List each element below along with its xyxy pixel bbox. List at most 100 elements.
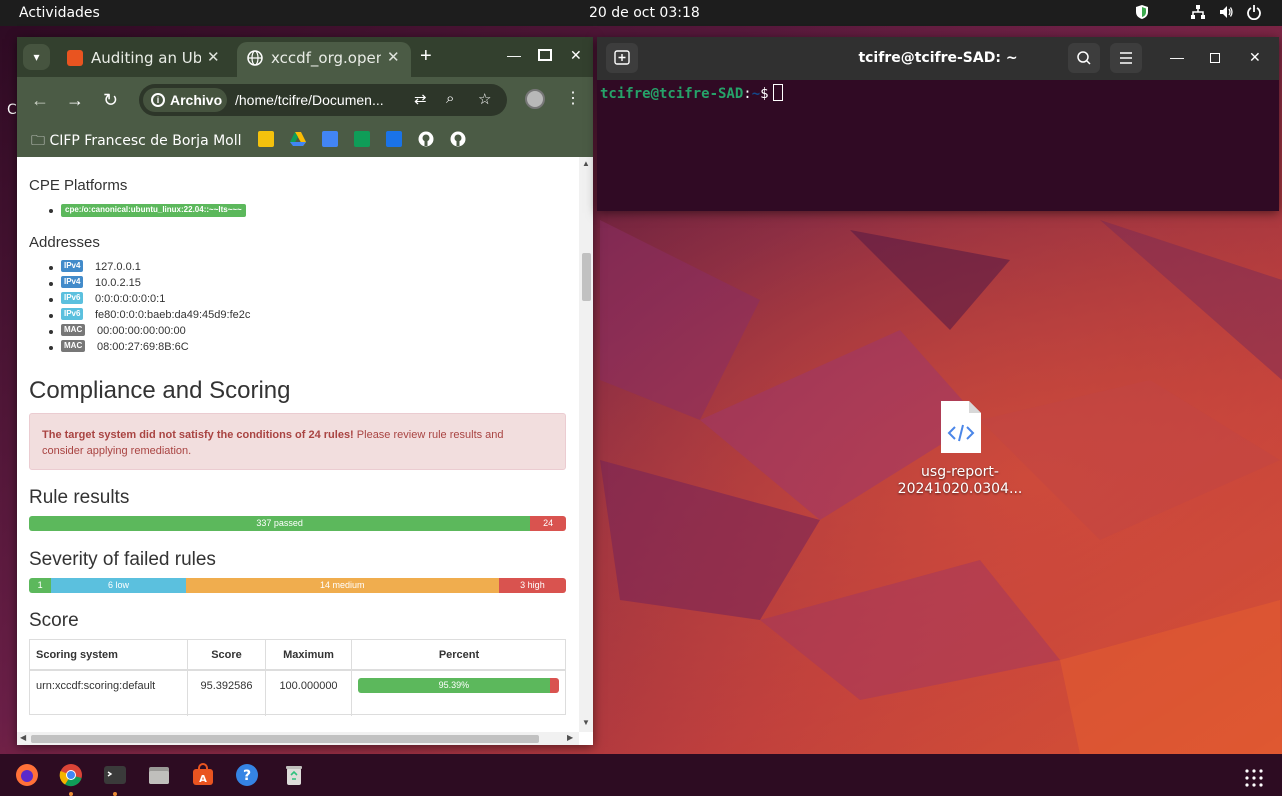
address-value: fe80:0:0:0:baeb:da49:45d9:fe2c [95, 309, 251, 321]
photos-bookmark-icon[interactable] [258, 131, 274, 147]
files-icon[interactable] [147, 763, 171, 787]
address-type-badge: MAC [61, 324, 86, 336]
tab-search-button[interactable]: ▾ [23, 44, 50, 70]
translate-icon[interactable]: ⇄ [414, 90, 427, 108]
url-text[interactable]: /home/tcifre/Documen... [235, 92, 405, 108]
menu-dots-icon[interactable]: ⋮ [565, 88, 581, 108]
terminal-prompt[interactable]: tcifre@tcifre-SAD:~$ [600, 84, 783, 102]
list-bullet [49, 282, 53, 286]
search-icon[interactable] [1068, 43, 1100, 73]
percent-remainder [549, 678, 559, 693]
network-icon[interactable] [1190, 4, 1206, 20]
scroll-down-arrow-icon[interactable]: ▼ [582, 718, 590, 727]
forward-arrow-icon[interactable]: → [66, 90, 84, 111]
hamburger-menu-icon[interactable] [1110, 43, 1142, 73]
github-icon[interactable] [418, 131, 434, 147]
volume-icon[interactable] [1218, 4, 1234, 20]
severity-segment-high: 3 high [498, 578, 566, 593]
list-bullet [49, 298, 53, 302]
drive-icon[interactable] [290, 131, 306, 147]
address-value: 10.0.2.15 [95, 277, 141, 289]
addresses-heading: Addresses [29, 234, 100, 251]
list-bullet [49, 346, 53, 350]
address-bar[interactable]: Archivo i /home/tcifre/Documen... ⇄ ⌕ ☆ [139, 84, 507, 116]
horizontal-scrollbar[interactable]: ◀ ▶ [17, 732, 579, 745]
maximum-cell: 100.000000 [266, 671, 352, 716]
scroll-up-arrow-icon[interactable]: ▲ [582, 159, 590, 168]
severity-segment-medium: 14 medium [185, 578, 499, 593]
maximize-button[interactable] [538, 49, 552, 61]
terminal-icon[interactable] [103, 763, 127, 787]
close-window-button[interactable]: ✕ [570, 47, 582, 64]
translate-bookmark-icon[interactable] [386, 131, 402, 147]
help-icon[interactable]: ? [235, 763, 259, 787]
alert-text: Please review rule results and [353, 429, 504, 441]
scroll-left-arrow-icon[interactable]: ◀ [20, 733, 26, 742]
list-bullet [49, 314, 53, 318]
address-type-badge: IPv6 [61, 292, 84, 304]
shield-icon[interactable] [1134, 4, 1150, 20]
percent-progress-bar: 95.39% [358, 678, 559, 693]
terminal-window[interactable]: tcifre@tcifre-SAD: ~ — ✕ tcifre@tcifre-S… [597, 37, 1279, 211]
clock[interactable]: 20 de oct 03:18 [589, 5, 700, 21]
severity-segment-low: 6 low [51, 578, 186, 593]
browser-toolbar: ← → ↻ Archivo i /home/tcifre/Documen... … [17, 77, 593, 123]
close-window-button[interactable]: ✕ [1249, 49, 1261, 66]
list-bullet [49, 209, 53, 213]
sheets-icon[interactable] [354, 131, 370, 147]
address-type-badge: IPv4 [61, 260, 84, 272]
bookmark-star-icon[interactable]: ☆ [478, 90, 491, 108]
tab-title: Auditing an Ubu [91, 49, 201, 67]
bookmarks-bar: 🗀 CIFP Francesc de Borja Moll [17, 123, 593, 157]
prompt-symbol: $ [760, 86, 769, 102]
cpe-label: cpe:/o:canonical:ubuntu_linux:22.04::~~l… [61, 204, 246, 217]
close-icon[interactable]: ✕ [207, 48, 220, 66]
archivo-label: Archivo [170, 92, 223, 108]
firefox-icon[interactable] [15, 763, 39, 787]
reload-icon[interactable]: ↻ [103, 90, 118, 111]
prompt-user: tcifre@tcifre-SAD [600, 86, 744, 102]
desktop-file-label[interactable]: usg-report- 20241020.0304... [892, 464, 1028, 498]
tab-auditing-ubuntu[interactable]: Auditing an Ubu ✕ [57, 42, 227, 77]
ubuntu-icon [67, 50, 83, 66]
rule-results-bar: 337 passed 24 [29, 516, 566, 531]
new-tab-button[interactable]: + [420, 45, 432, 68]
vertical-scrollbar[interactable]: ▲ ▼ [579, 157, 593, 732]
address-type-badge: IPv6 [61, 308, 84, 320]
scoring-system-cell: urn:xccdf:scoring:default [30, 671, 188, 716]
bookmark-folder[interactable]: 🗀 CIFP Francesc de Borja Moll [31, 130, 242, 154]
bookmark-folder-label: CIFP Francesc de Borja Moll [49, 133, 242, 149]
desktop-icon-label-partial: C [7, 102, 17, 118]
profile-avatar[interactable] [525, 89, 545, 109]
running-indicator [113, 792, 117, 796]
maximize-button[interactable] [1210, 53, 1220, 63]
show-applications-icon[interactable] [1245, 769, 1263, 787]
table-header: Percent [352, 640, 566, 671]
chrome-icon[interactable] [59, 763, 83, 787]
globe-icon [247, 50, 263, 66]
failure-alert: The target system did not satisfy the co… [29, 413, 566, 470]
score-table: Scoring system Score Maximum Percent urn… [29, 639, 566, 716]
close-icon[interactable]: ✕ [387, 48, 400, 66]
trash-icon[interactable] [282, 763, 306, 787]
scrollbar-thumb[interactable] [582, 253, 591, 301]
back-arrow-icon[interactable]: ← [31, 90, 49, 111]
terminal-header: tcifre@tcifre-SAD: ~ — ✕ [597, 37, 1279, 80]
address-value: 08:00:27:69:8B:6C [97, 341, 189, 353]
scroll-right-arrow-icon[interactable]: ▶ [567, 733, 573, 742]
info-icon[interactable]: i [151, 93, 165, 107]
table-header: Scoring system [30, 640, 188, 671]
html-file-icon[interactable] [939, 399, 983, 455]
minimize-button[interactable]: — [1170, 49, 1184, 65]
github-icon[interactable] [450, 131, 466, 147]
minimize-button[interactable]: — [507, 47, 521, 63]
power-icon[interactable] [1246, 4, 1262, 20]
software-center-icon[interactable]: A [191, 763, 215, 787]
system-tray[interactable] [1134, 4, 1262, 20]
tab-xccdf-report[interactable]: xccdf_org.open ✕ [237, 42, 411, 77]
activities-button[interactable]: Actividades [19, 5, 100, 21]
zoom-icon[interactable]: ⌕ [446, 90, 454, 107]
address-type-badge: IPv4 [61, 276, 84, 288]
scrollbar-thumb[interactable] [31, 735, 539, 743]
docs-icon[interactable] [322, 131, 338, 147]
